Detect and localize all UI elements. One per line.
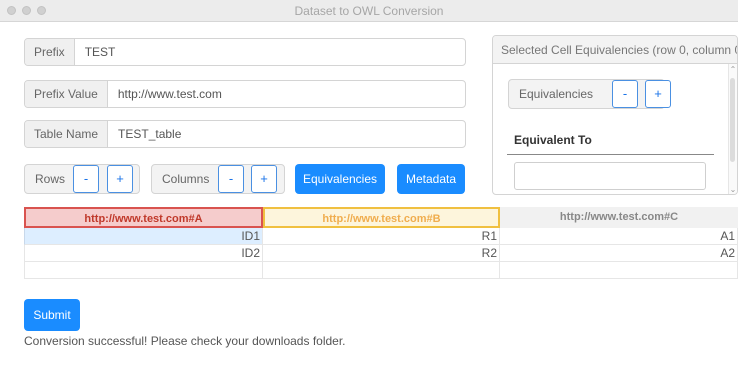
selected-cell-equivalencies-panel: Selected Cell Equivalencies (row 0, colu… — [492, 35, 738, 195]
prefix-value-input[interactable]: http://www.test.com — [108, 81, 232, 107]
rows-control: Rows - + — [24, 164, 140, 194]
header-divider — [507, 154, 714, 155]
rows-label: Rows — [35, 172, 66, 186]
panel-title: Selected Cell Equivalencies (row 0, colu… — [493, 36, 737, 64]
rows-minus-button[interactable]: - — [73, 165, 99, 193]
scrollbar-thumb[interactable] — [730, 78, 735, 162]
equivalencies-minus-button[interactable]: - — [612, 80, 638, 108]
table-name-label: Table Name — [25, 121, 109, 147]
grid-cell-r1-c2[interactable]: A2 — [500, 245, 738, 262]
grid-cell-r2-c0[interactable] — [24, 262, 263, 279]
columns-minus-button[interactable]: - — [218, 165, 244, 193]
prefix-value-label: Prefix Value — [25, 81, 108, 107]
columns-control: Columns - + — [151, 164, 285, 194]
grid-cell-r0-c1[interactable]: R1 — [263, 228, 500, 245]
column-header-c[interactable]: http://www.test.com#C — [500, 207, 738, 228]
columns-plus-button[interactable]: + — [251, 165, 277, 193]
grid-cell-r1-c1[interactable]: R2 — [263, 245, 500, 262]
prefix-field[interactable]: Prefix TEST — [24, 38, 466, 66]
equivalencies-label: Equivalencies — [519, 87, 594, 101]
prefix-label: Prefix — [25, 39, 75, 65]
status-message: Conversion successful! Please check your… — [24, 334, 346, 348]
grid-cell-r0-c2[interactable]: A1 — [500, 228, 738, 245]
grid-cell-r1-c0[interactable]: ID2 — [24, 245, 263, 262]
metadata-button[interactable]: Metadata — [397, 164, 465, 194]
column-header-b[interactable]: http://www.test.com#B — [263, 207, 500, 228]
scroll-down-icon[interactable]: ⌄ — [729, 186, 737, 194]
scroll-up-icon[interactable]: ⌃ — [729, 66, 737, 74]
grid-cell-r0-c0[interactable]: ID1 — [24, 228, 263, 245]
window-title: Dataset to OWL Conversion — [294, 4, 444, 18]
columns-label: Columns — [162, 172, 210, 186]
submit-button[interactable]: Submit — [24, 299, 80, 331]
equivalent-to-input[interactable] — [514, 162, 706, 190]
equivalencies-plus-button[interactable]: + — [645, 80, 671, 108]
column-header-a[interactable]: http://www.test.com#A — [24, 207, 263, 228]
grid-cell-r2-c2[interactable] — [500, 262, 738, 279]
prefix-input[interactable]: TEST — [75, 39, 126, 65]
equivalent-to-header: Equivalent To — [514, 133, 592, 147]
table-name-field[interactable]: Table Name TEST_table — [24, 120, 466, 148]
window-titlebar: Dataset to OWL Conversion — [0, 0, 738, 22]
rows-plus-button[interactable]: + — [107, 165, 133, 193]
equivalencies-button[interactable]: Equivalencies — [295, 164, 385, 194]
panel-scrollbar[interactable]: ⌃ ⌄ — [728, 64, 737, 194]
grid-cell-r2-c1[interactable] — [263, 262, 500, 279]
table-name-input[interactable]: TEST_table — [108, 121, 191, 147]
prefix-value-field[interactable]: Prefix Value http://www.test.com — [24, 80, 466, 108]
equivalencies-control: Equivalencies - + — [508, 79, 671, 109]
